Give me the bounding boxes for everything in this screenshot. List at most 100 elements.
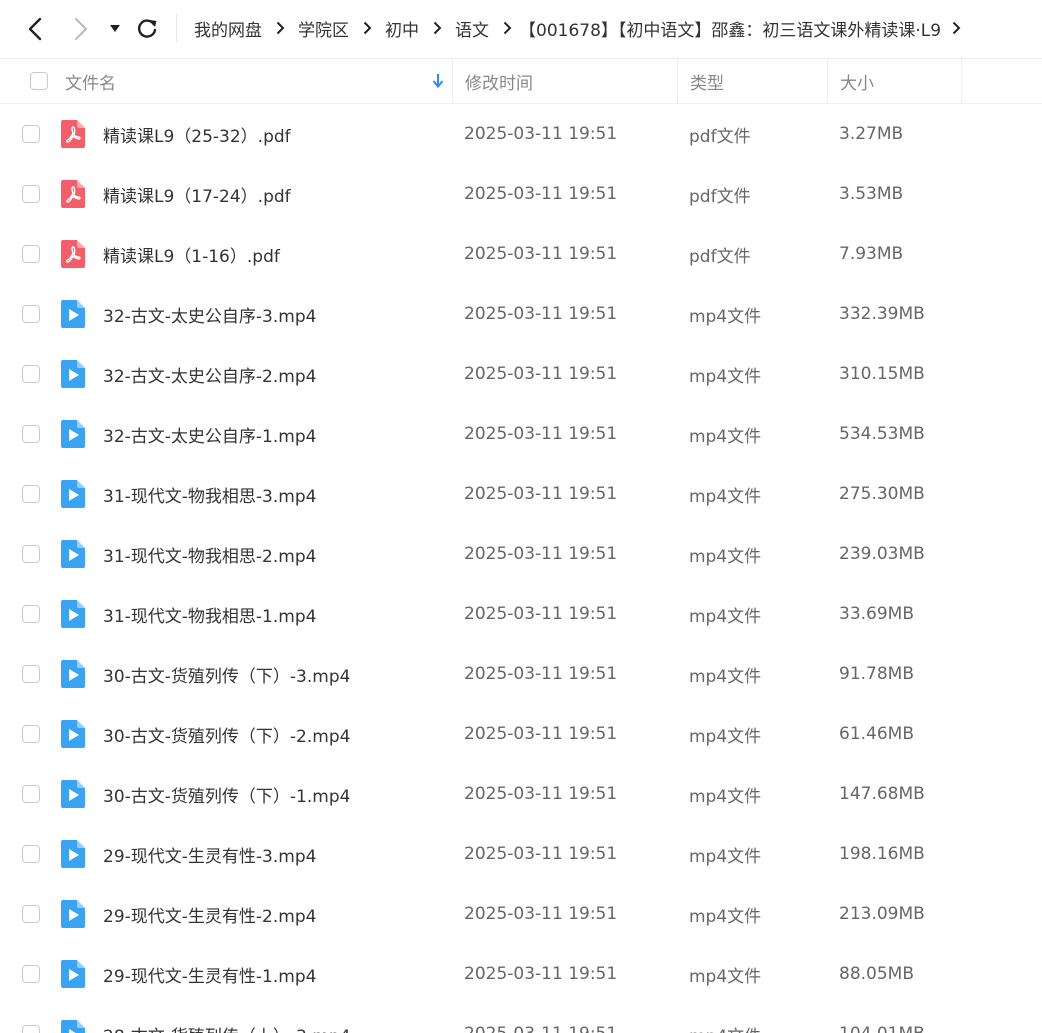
file-row[interactable]: 32-古文-太史公自序-2.mp4 2025-03-11 19:51 mp4文件… (0, 344, 1042, 404)
row-checkbox[interactable] (22, 365, 40, 383)
file-size: 213.09MB (839, 904, 925, 924)
file-row[interactable]: 29-现代文-生灵有性-1.mp4 2025-03-11 19:51 mp4文件… (0, 944, 1042, 1004)
row-checkbox[interactable] (22, 965, 40, 983)
breadcrumb-item-current-folder[interactable]: 【001678】【初中语文】邵鑫：初三语文课外精读课·L9 (519, 16, 941, 41)
breadcrumb-item-chinese[interactable]: 语文 (455, 16, 489, 41)
row-checkbox[interactable] (22, 785, 40, 803)
row-checkbox[interactable] (22, 245, 40, 263)
file-name[interactable]: 32-古文-太史公自序-3.mp4 (103, 284, 448, 344)
row-checkbox[interactable] (22, 545, 40, 563)
file-row[interactable]: 31-现代文-物我相思-1.mp4 2025-03-11 19:51 mp4文件… (0, 584, 1042, 644)
file-row[interactable]: 30-古文-货殖列传（下）-2.mp4 2025-03-11 19:51 mp4… (0, 704, 1042, 764)
file-name[interactable]: 精读课L9（1-16）.pdf (103, 224, 448, 284)
file-size: 147.68MB (839, 784, 925, 804)
file-modified-time: 2025-03-11 19:51 (464, 124, 618, 144)
file-modified-time: 2025-03-11 19:51 (464, 484, 618, 504)
file-row[interactable]: 29-现代文-生灵有性-3.mp4 2025-03-11 19:51 mp4文件… (0, 824, 1042, 884)
file-row[interactable]: 30-古文-货殖列传（下）-3.mp4 2025-03-11 19:51 mp4… (0, 644, 1042, 704)
refresh-button[interactable] (132, 13, 162, 45)
file-browser-window: 我的网盘 学院区 初中 语文 【001678】【初中语文】邵鑫：初三语文课外精读… (0, 0, 1042, 1033)
toolbar: 我的网盘 学院区 初中 语文 【001678】【初中语文】邵鑫：初三语文课外精读… (0, 0, 1042, 58)
file-row[interactable]: 32-古文-太史公自序-3.mp4 2025-03-11 19:51 mp4文件… (0, 284, 1042, 344)
breadcrumb-item-junior-high[interactable]: 初中 (385, 16, 419, 41)
file-row[interactable]: 30-古文-货殖列传（下）-1.mp4 2025-03-11 19:51 mp4… (0, 764, 1042, 824)
file-row[interactable]: 精读课L9（25-32）.pdf 2025-03-11 19:51 pdf文件 … (0, 104, 1042, 164)
row-checkbox[interactable] (22, 905, 40, 923)
file-name[interactable]: 30-古文-货殖列传（下）-1.mp4 (103, 764, 448, 824)
row-checkbox[interactable] (22, 425, 40, 443)
row-checkbox[interactable] (22, 605, 40, 623)
breadcrumb-item-academy[interactable]: 学院区 (298, 16, 349, 41)
video-icon (61, 660, 85, 688)
file-name[interactable]: 29-现代文-生灵有性-1.mp4 (103, 944, 448, 1004)
file-name[interactable]: 精读课L9（17-24）.pdf (103, 164, 448, 224)
file-modified-time: 2025-03-11 19:51 (464, 1004, 674, 1033)
file-type: mp4文件 (689, 666, 762, 687)
select-all-checkbox[interactable] (30, 72, 48, 90)
file-row[interactable]: 31-现代文-物我相思-3.mp4 2025-03-11 19:51 mp4文件… (0, 464, 1042, 524)
file-name[interactable]: 30-古文-货殖列传（下）-2.mp4 (103, 704, 448, 764)
file-name[interactable]: 29-现代文-生灵有性-2.mp4 (103, 884, 448, 944)
row-checkbox[interactable] (22, 125, 40, 143)
column-header-type[interactable]: 类型 (677, 59, 827, 103)
file-name[interactable]: 31-现代文-物我相思-2.mp4 (103, 524, 448, 584)
breadcrumb: 我的网盘 学院区 初中 语文 【001678】【初中语文】邵鑫：初三语文课外精读… (194, 0, 971, 56)
history-dropdown-button[interactable] (102, 13, 128, 45)
file-row[interactable]: 31-现代文-物我相思-2.mp4 2025-03-11 19:51 mp4文件… (0, 524, 1042, 584)
file-row[interactable]: 29-现代文-生灵有性-2.mp4 2025-03-11 19:51 mp4文件… (0, 884, 1042, 944)
video-icon (61, 300, 85, 328)
caret-down-icon (110, 25, 120, 32)
column-header-name[interactable]: 文件名 (65, 59, 452, 103)
file-name[interactable]: 31-现代文-物我相思-1.mp4 (103, 584, 448, 644)
video-icon (61, 480, 85, 508)
chevron-right-icon (262, 21, 298, 35)
file-modified-time: 2025-03-11 19:51 (464, 904, 618, 924)
file-size: 239.03MB (839, 544, 925, 564)
file-size: 198.16MB (839, 844, 925, 864)
back-button[interactable] (20, 13, 50, 45)
file-name[interactable]: 28-古文-货殖列传（上）-3.mp4 (103, 1004, 448, 1033)
file-row[interactable]: 32-古文-太史公自序-1.mp4 2025-03-11 19:51 mp4文件… (0, 404, 1042, 464)
column-header-size[interactable]: 大小 (827, 59, 962, 103)
video-icon (61, 720, 85, 748)
file-size: 534.53MB (839, 424, 925, 444)
file-modified-time: 2025-03-11 19:51 (464, 664, 618, 684)
video-icon (61, 1020, 85, 1033)
file-modified-time: 2025-03-11 19:51 (464, 424, 618, 444)
file-list-header: 文件名 修改时间 类型 大小 (0, 58, 1042, 104)
file-name[interactable]: 30-古文-货殖列传（下）-3.mp4 (103, 644, 448, 704)
file-modified-time: 2025-03-11 19:51 (464, 964, 618, 984)
file-name[interactable]: 31-现代文-物我相思-3.mp4 (103, 464, 448, 524)
file-row[interactable]: 精读课L9（1-16）.pdf 2025-03-11 19:51 pdf文件 7… (0, 224, 1042, 284)
file-name[interactable]: 32-古文-太史公自序-2.mp4 (103, 344, 448, 404)
file-name[interactable]: 精读课L9（25-32）.pdf (103, 104, 448, 164)
row-checkbox[interactable] (22, 305, 40, 323)
video-icon (61, 780, 85, 808)
file-type: pdf文件 (689, 186, 751, 207)
row-checkbox[interactable] (22, 665, 40, 683)
column-header-size-label: 大小 (840, 73, 874, 94)
row-checkbox[interactable] (22, 185, 40, 203)
file-modified-time: 2025-03-11 19:51 (464, 784, 618, 804)
row-checkbox[interactable] (22, 1025, 40, 1033)
file-size: 3.53MB (839, 184, 904, 204)
forward-button[interactable] (66, 13, 96, 45)
row-checkbox[interactable] (22, 485, 40, 503)
row-checkbox[interactable] (22, 845, 40, 863)
sort-descending-icon[interactable] (432, 73, 444, 89)
file-size: 3.27MB (839, 124, 904, 144)
file-row[interactable]: 精读课L9（17-24）.pdf 2025-03-11 19:51 pdf文件 … (0, 164, 1042, 224)
file-size: 88.05MB (839, 964, 914, 984)
file-modified-time: 2025-03-11 19:51 (464, 544, 618, 564)
row-checkbox[interactable] (22, 725, 40, 743)
file-size: 7.93MB (839, 244, 904, 264)
file-name[interactable]: 29-现代文-生灵有性-3.mp4 (103, 824, 448, 884)
file-name[interactable]: 32-古文-太史公自序-1.mp4 (103, 404, 448, 464)
chevron-right-icon[interactable] (941, 21, 971, 35)
file-row[interactable]: 28-古文-货殖列传（上）-3.mp4 2025-03-11 19:51 mp4… (0, 1004, 1042, 1033)
file-modified-time: 2025-03-11 19:51 (464, 304, 618, 324)
breadcrumb-item-my-drive[interactable]: 我的网盘 (194, 16, 262, 41)
pdf-icon (61, 240, 85, 268)
column-header-time[interactable]: 修改时间 (452, 59, 677, 103)
file-type: pdf文件 (689, 126, 751, 147)
